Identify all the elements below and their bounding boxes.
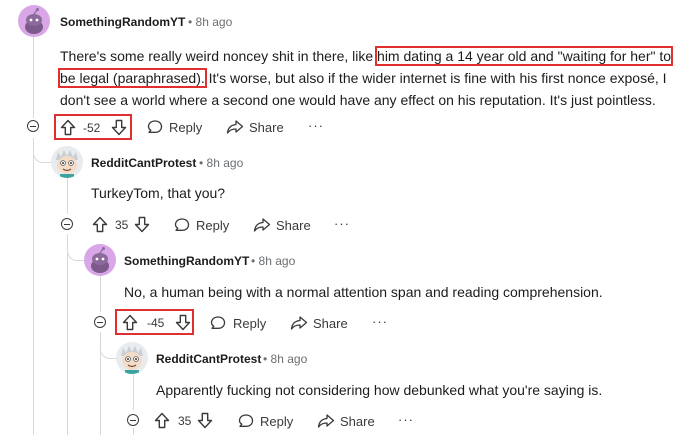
comment-author[interactable]: SomethingRandomYT [124, 254, 249, 268]
snoo-avatar-icon[interactable] [84, 244, 116, 276]
meta-separator: • [199, 156, 204, 170]
upvote-icon[interactable] [122, 314, 138, 331]
vote-controls: 35 [150, 408, 216, 434]
vote-controls: -52 [54, 114, 132, 140]
more-icon[interactable]: ··· [308, 118, 324, 133]
share-arrow-icon [317, 414, 335, 428]
more-icon[interactable]: ··· [372, 314, 388, 329]
thread-elbow [67, 234, 84, 261]
comment-time[interactable]: 8h ago [196, 15, 233, 29]
highlighted-text: him dating a 14 year old and "waiting fo… [375, 46, 674, 66]
cartoon-avatar-icon[interactable] [51, 146, 83, 178]
reply-label: Reply [233, 316, 267, 331]
comment-meta: • 8h ago [263, 352, 307, 366]
comment-author[interactable]: SomethingRandomYT [60, 15, 185, 29]
reply-label: Reply [196, 218, 230, 233]
upvote-icon[interactable] [60, 119, 76, 136]
share-arrow-icon [253, 218, 271, 232]
share-label: Share [313, 316, 348, 331]
vote-controls: 35 [88, 212, 154, 238]
collapse-icon[interactable] [61, 218, 73, 230]
share-label: Share [249, 120, 284, 135]
meta-separator: • [188, 15, 193, 29]
comment-body-line: don't see a world where a second one wou… [60, 89, 690, 111]
more-icon[interactable]: ··· [398, 412, 414, 427]
thread-line[interactable] [67, 234, 68, 435]
comment-meta: • 8h ago [188, 15, 232, 29]
collapse-icon[interactable] [94, 316, 106, 328]
reply-label: Reply [169, 120, 203, 135]
cartoon-avatar-icon[interactable] [116, 342, 148, 374]
comment-author[interactable]: RedditCantProtest [156, 352, 261, 366]
comment-time[interactable]: 8h ago [271, 352, 308, 366]
downvote-icon[interactable] [111, 119, 127, 136]
thread-line[interactable] [33, 138, 34, 435]
highlighted-text: be legal (paraphrased). [58, 68, 207, 88]
downvote-icon[interactable] [197, 412, 213, 429]
vote-score: -52 [83, 121, 101, 135]
vote-score: 35 [115, 218, 129, 232]
comment-meta: • 8h ago [199, 156, 243, 170]
comment-time[interactable]: 8h ago [259, 254, 296, 268]
body-text: It's worse, but also if the wider intern… [204, 70, 667, 86]
thread-line[interactable] [133, 374, 134, 410]
body-text: There's some really weird noncey shit in… [60, 48, 378, 64]
comment-body: There's some really weird noncey shit in… [58, 45, 690, 111]
share-label: Share [276, 218, 311, 233]
thread-elbow [33, 138, 52, 163]
comment-body-line: There's some really weird noncey shit in… [60, 45, 690, 67]
comment-time[interactable]: 8h ago [207, 156, 244, 170]
upvote-icon[interactable] [92, 216, 108, 233]
reply-bubble-icon [147, 120, 163, 133]
comment-meta: • 8h ago [251, 254, 295, 268]
comment-body: No, a human being with a normal attentio… [124, 284, 603, 300]
body-text: don't see a world where a second one wou… [60, 92, 656, 108]
meta-separator: • [251, 254, 256, 268]
vote-score: 35 [178, 414, 192, 428]
comment-body: Apparently fucking not considering how d… [156, 382, 603, 398]
comment-author[interactable]: RedditCantProtest [91, 156, 196, 170]
reply-bubble-icon [210, 316, 226, 329]
snoo-avatar-icon[interactable] [18, 5, 50, 37]
thread-line[interactable] [67, 178, 68, 214]
comment-body-line: be legal (paraphrased). It's worse, but … [58, 67, 690, 89]
thread-line[interactable] [33, 32, 34, 118]
share-arrow-icon [226, 120, 244, 134]
reply-label: Reply [260, 414, 294, 429]
collapse-icon[interactable] [27, 120, 39, 132]
reply-bubble-icon [174, 218, 190, 231]
reply-bubble-icon [238, 414, 254, 427]
downvote-icon[interactable] [134, 216, 150, 233]
share-arrow-icon [290, 316, 308, 330]
thread-line[interactable] [133, 428, 134, 435]
meta-separator: • [263, 352, 268, 366]
thread-elbow [100, 332, 117, 359]
share-label: Share [340, 414, 375, 429]
comment-body: TurkeyTom, that you? [91, 185, 226, 201]
collapse-icon[interactable] [127, 414, 139, 426]
downvote-icon[interactable] [175, 314, 191, 331]
vote-score: -45 [147, 316, 165, 330]
upvote-icon[interactable] [154, 412, 170, 429]
more-icon[interactable]: ··· [334, 216, 350, 231]
vote-controls: -45 [115, 309, 194, 335]
thread-line[interactable] [100, 276, 101, 312]
